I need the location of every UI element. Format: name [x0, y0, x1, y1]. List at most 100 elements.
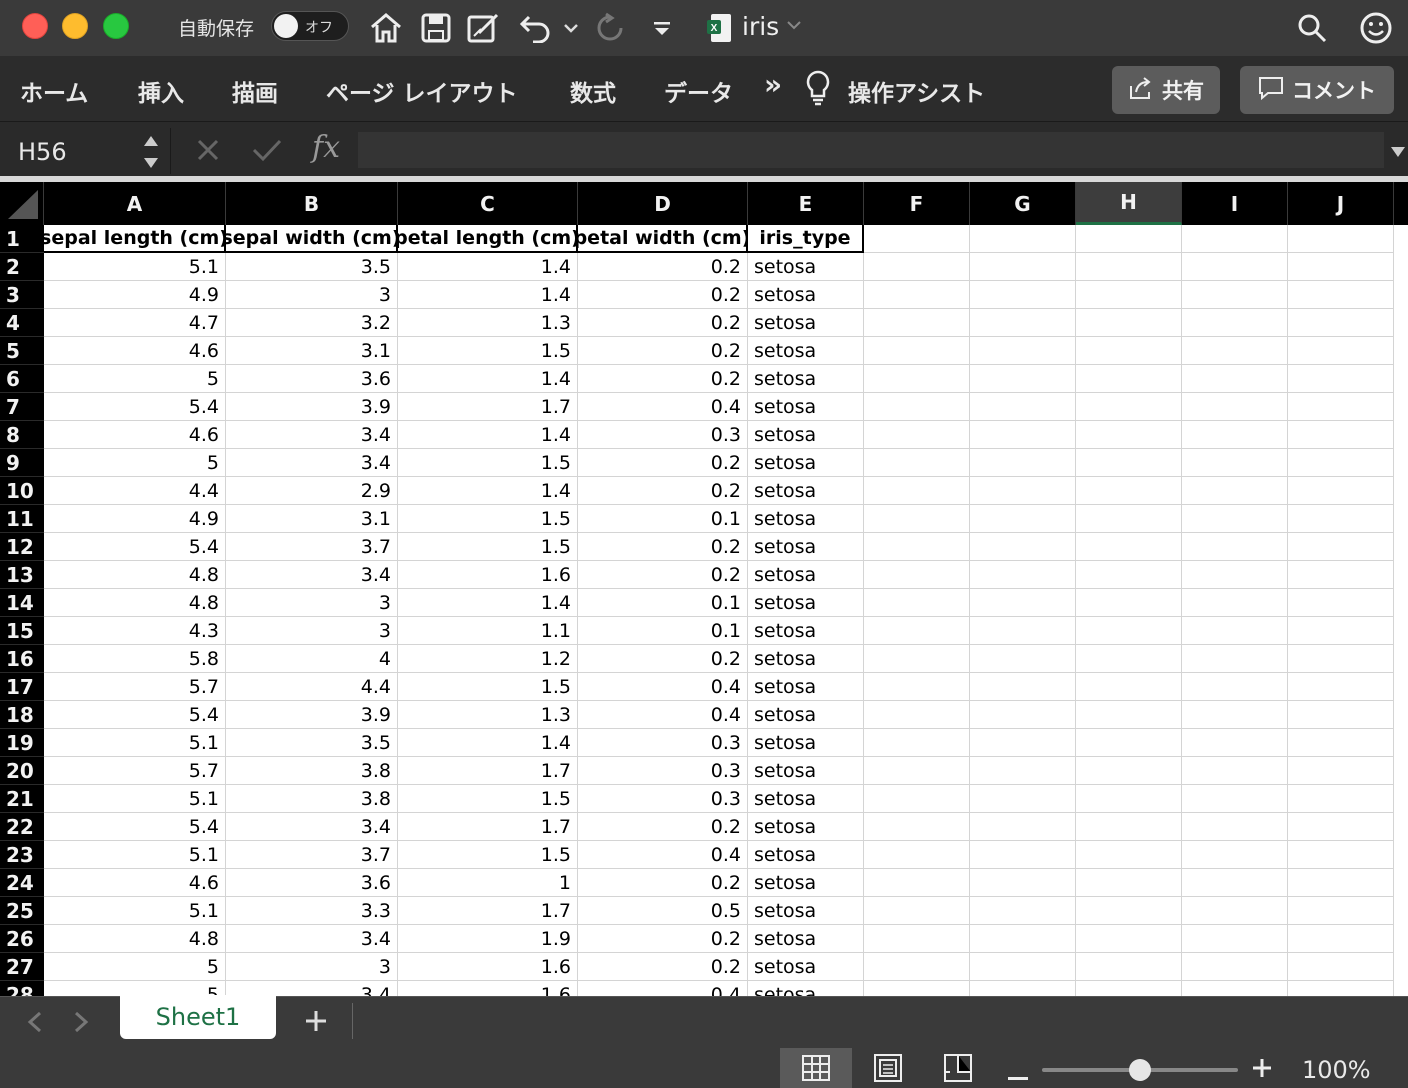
empty-cell[interactable] [864, 561, 970, 589]
table-cell[interactable]: 4.4 [44, 477, 226, 505]
row-header[interactable]: 5 [0, 337, 44, 365]
table-cell[interactable]: 1.4 [398, 281, 578, 309]
table-cell[interactable]: 0.2 [578, 337, 748, 365]
row-header[interactable]: 23 [0, 841, 44, 869]
table-cell[interactable]: 1.4 [398, 421, 578, 449]
empty-cell[interactable] [864, 925, 970, 953]
table-cell[interactable]: setosa [748, 645, 864, 673]
empty-cell[interactable] [864, 337, 970, 365]
empty-cell[interactable] [1182, 729, 1288, 757]
table-cell[interactable]: setosa [748, 449, 864, 477]
table-cell[interactable]: 3.8 [226, 785, 398, 813]
empty-cell[interactable] [1182, 841, 1288, 869]
empty-cell[interactable] [1076, 421, 1182, 449]
table-cell[interactable]: 5.1 [44, 253, 226, 281]
tab-home[interactable]: ホーム [20, 74, 88, 108]
table-cell[interactable]: 3.8 [226, 757, 398, 785]
minimize-window-button[interactable] [62, 13, 88, 39]
sheet-tab-sheet1[interactable]: Sheet1 [120, 995, 276, 1039]
empty-cell[interactable] [970, 673, 1076, 701]
empty-cell[interactable] [864, 617, 970, 645]
table-cell[interactable]: setosa [748, 281, 864, 309]
empty-cell[interactable] [1182, 561, 1288, 589]
empty-cell[interactable] [970, 925, 1076, 953]
worksheet-grid[interactable]: ABCDEFGHIJ 1 sepal length (cm) sepal width… [0, 182, 1408, 996]
empty-cell[interactable] [864, 365, 970, 393]
empty-cell[interactable] [864, 981, 970, 996]
row-header[interactable]: 15 [0, 617, 44, 645]
row-header[interactable]: 18 [0, 701, 44, 729]
empty-cell[interactable] [970, 337, 1076, 365]
empty-cell[interactable] [1288, 673, 1394, 701]
table-cell[interactable]: setosa [748, 981, 864, 996]
row-header[interactable]: 20 [0, 757, 44, 785]
row-header[interactable]: 27 [0, 953, 44, 981]
empty-cell[interactable] [1182, 785, 1288, 813]
empty-cell[interactable] [864, 505, 970, 533]
empty-cell[interactable] [1076, 701, 1182, 729]
row-header[interactable]: 1 [0, 225, 44, 253]
row-header[interactable]: 16 [0, 645, 44, 673]
table-cell[interactable]: 0.4 [578, 841, 748, 869]
empty-cell[interactable] [1288, 393, 1394, 421]
tab-formulas[interactable]: 数式 [570, 74, 616, 108]
table-cell[interactable]: setosa [748, 421, 864, 449]
empty-cell[interactable] [970, 869, 1076, 897]
empty-cell[interactable] [970, 757, 1076, 785]
table-cell[interactable]: setosa [748, 785, 864, 813]
row-header[interactable]: 8 [0, 421, 44, 449]
empty-cell[interactable] [970, 953, 1076, 981]
column-header-e[interactable]: E [748, 182, 864, 225]
row-header[interactable]: 3 [0, 281, 44, 309]
empty-cell[interactable] [1182, 337, 1288, 365]
empty-cell[interactable] [970, 729, 1076, 757]
table-cell[interactable]: 0.1 [578, 589, 748, 617]
table-cell[interactable]: 1.7 [398, 757, 578, 785]
edit-document-icon[interactable] [464, 8, 504, 48]
empty-cell[interactable] [1182, 281, 1288, 309]
table-cell[interactable]: setosa [748, 757, 864, 785]
table-cell[interactable]: 3.7 [226, 533, 398, 561]
table-cell[interactable]: 5 [44, 365, 226, 393]
zoom-in-icon[interactable] [1252, 1058, 1272, 1082]
page-break-preview-button[interactable] [922, 1048, 994, 1088]
empty-cell[interactable] [1182, 365, 1288, 393]
table-cell[interactable]: 0.2 [578, 925, 748, 953]
empty-cell[interactable] [864, 253, 970, 281]
empty-cell[interactable] [864, 589, 970, 617]
empty-cell[interactable] [970, 393, 1076, 421]
row-header[interactable]: 24 [0, 869, 44, 897]
table-cell[interactable]: 3 [226, 617, 398, 645]
empty-cell[interactable] [1076, 225, 1182, 253]
column-header-c[interactable]: C [398, 182, 578, 225]
empty-cell[interactable] [1182, 757, 1288, 785]
tab-insert[interactable]: 挿入 [138, 74, 184, 108]
table-cell[interactable]: 5.4 [44, 813, 226, 841]
table-cell[interactable]: 0.2 [578, 533, 748, 561]
table-cell[interactable]: 4.8 [44, 589, 226, 617]
empty-cell[interactable] [1182, 953, 1288, 981]
empty-cell[interactable] [1182, 477, 1288, 505]
row-header[interactable]: 21 [0, 785, 44, 813]
empty-cell[interactable] [1076, 673, 1182, 701]
empty-cell[interactable] [864, 449, 970, 477]
table-cell[interactable]: 0.4 [578, 393, 748, 421]
empty-cell[interactable] [970, 281, 1076, 309]
table-cell[interactable]: setosa [748, 953, 864, 981]
empty-cell[interactable] [1076, 645, 1182, 673]
undo-dropdown-chevron-icon[interactable] [556, 8, 586, 48]
empty-cell[interactable] [864, 421, 970, 449]
table-cell[interactable]: 3.4 [226, 813, 398, 841]
table-cell[interactable]: 3.7 [226, 841, 398, 869]
table-cell[interactable]: setosa [748, 589, 864, 617]
table-cell[interactable]: 5.1 [44, 897, 226, 925]
table-cell[interactable]: 4.3 [44, 617, 226, 645]
table-cell[interactable]: 1.4 [398, 729, 578, 757]
empty-cell[interactable] [970, 813, 1076, 841]
row-header[interactable]: 17 [0, 673, 44, 701]
table-cell[interactable]: setosa [748, 617, 864, 645]
row-header[interactable]: 6 [0, 365, 44, 393]
table-cell[interactable]: 0.2 [578, 365, 748, 393]
empty-cell[interactable] [1182, 393, 1288, 421]
table-cell[interactable]: 3.6 [226, 869, 398, 897]
